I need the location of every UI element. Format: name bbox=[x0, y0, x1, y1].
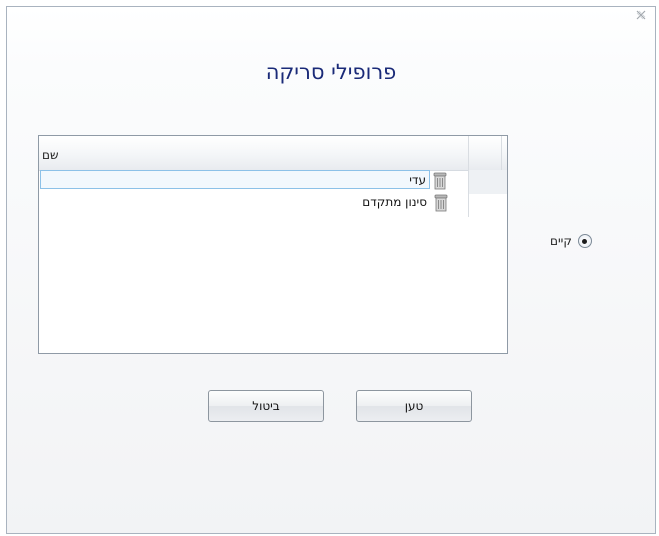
list-header: שם bbox=[39, 136, 507, 171]
column-divider bbox=[501, 136, 502, 170]
profile-name-cell[interactable]: עדי bbox=[40, 170, 447, 190]
profile-name-cell[interactable]: סינון מתקדם bbox=[40, 193, 448, 212]
dialog-title: פרופילי סריקה bbox=[265, 60, 397, 84]
trash-icon[interactable] bbox=[434, 194, 448, 212]
list-item[interactable]: עדי bbox=[40, 170, 468, 190]
close-icon[interactable] bbox=[633, 9, 649, 25]
profile-name: סינון מתקדם bbox=[362, 195, 427, 209]
radio-selected-dot bbox=[582, 238, 588, 244]
cancel-button[interactable]: ביטול bbox=[208, 390, 324, 422]
close-glyph bbox=[636, 10, 646, 20]
profiles-list[interactable]: שם עדי סינון מתקדם bbox=[38, 135, 508, 354]
existing-radio-label: קיים bbox=[550, 234, 572, 248]
selected-row-band bbox=[469, 170, 507, 194]
existing-radio[interactable] bbox=[577, 234, 592, 248]
profile-name: עדי bbox=[409, 173, 426, 187]
trash-icon[interactable] bbox=[433, 172, 447, 190]
name-column-header[interactable]: שם bbox=[42, 148, 58, 162]
load-button[interactable]: טען bbox=[356, 390, 472, 422]
scan-profiles-dialog: פרופילי סריקה קיים שם עדי סינון מתקדם בי… bbox=[6, 6, 656, 534]
column-divider bbox=[468, 136, 469, 217]
existing-option[interactable]: קיים bbox=[550, 234, 592, 248]
list-item[interactable]: סינון מתקדם bbox=[40, 193, 468, 212]
